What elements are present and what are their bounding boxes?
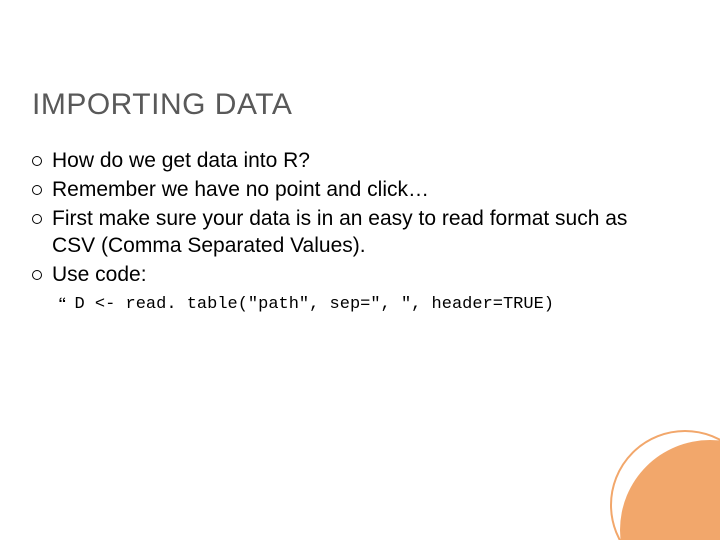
bullet-text: Use code:: [52, 262, 660, 289]
bullet-text: Remember we have no point and click…: [52, 177, 660, 204]
slide-content: How do we get data into R? Remember we h…: [32, 148, 660, 316]
code-text: D <- read. table("path", sep=", ", heade…: [75, 294, 661, 316]
bullet-text: How do we get data into R?: [52, 148, 660, 175]
code-line: 🙶 D <- read. table("path", sep=", ", hea…: [58, 294, 660, 316]
bullet-item: Use code:: [32, 262, 660, 289]
bullet-item: Remember we have no point and click…: [32, 177, 660, 204]
bullet-marker-icon: [32, 156, 42, 166]
slide: IMPORTING DATA How do we get data into R…: [0, 0, 720, 540]
bullet-marker-icon: [32, 214, 42, 224]
bullet-marker-icon: [32, 270, 42, 280]
bullet-text: First make sure your data is in an easy …: [52, 206, 660, 260]
decorative-ring-icon: [610, 430, 720, 540]
bullet-item: How do we get data into R?: [32, 148, 660, 175]
bullet-marker-icon: [32, 185, 42, 195]
slide-title: IMPORTING DATA: [32, 88, 292, 122]
bullet-item: First make sure your data is in an easy …: [32, 206, 660, 260]
sub-bullet-icon: 🙶: [58, 294, 67, 316]
